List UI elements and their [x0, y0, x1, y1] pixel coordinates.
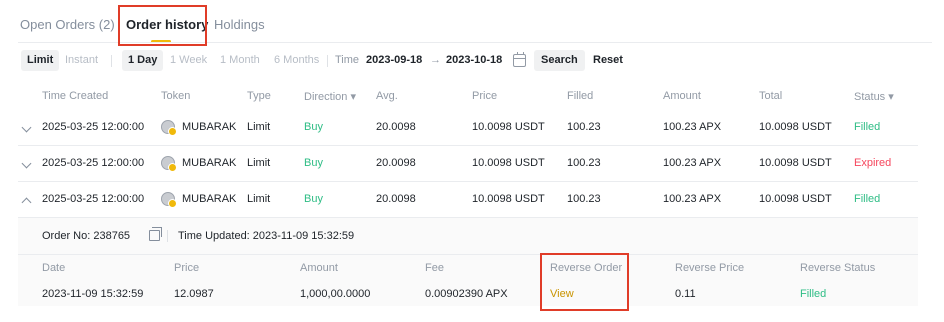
col-price: Price: [472, 90, 498, 102]
time-label: Time: [335, 54, 360, 66]
cell-price: 10.0098 USDT: [472, 193, 545, 205]
cell-status: Filled: [854, 193, 881, 205]
filter-separator: [111, 55, 112, 67]
filter-instant-button[interactable]: Instant: [65, 50, 98, 71]
tab-holdings[interactable]: Holdings: [214, 17, 265, 32]
start-date-field[interactable]: 2023-09-18: [366, 50, 422, 71]
detail-col-amount: Amount: [300, 262, 338, 274]
period-6-months-button[interactable]: 6 Months: [274, 50, 319, 71]
cell-total: 10.0098 USDT: [759, 157, 832, 169]
col-direction-filter[interactable]: Direction ▾: [304, 90, 356, 103]
period-1-month-button[interactable]: 1 Month: [220, 50, 260, 71]
cell-token: MUBARAK: [182, 193, 237, 205]
order-number: Order No: 238765: [42, 230, 131, 242]
cell-direction: Buy: [304, 193, 323, 205]
cell-direction: Buy: [304, 157, 323, 169]
expand-chevron-icon[interactable]: [21, 122, 32, 133]
cell-total: 10.0098 USDT: [759, 193, 832, 205]
date-range-arrow: →: [430, 54, 441, 66]
period-1-week-button[interactable]: 1 Week: [170, 50, 207, 71]
token-icon: [161, 120, 177, 136]
detail-amount: 1,000,00.0000: [300, 288, 371, 300]
col-token: Token: [161, 90, 191, 102]
copy-icon[interactable]: [149, 227, 162, 241]
col-total: Total: [759, 90, 783, 102]
detail-date: 2023-11-09 15:32:59: [42, 288, 144, 300]
col-amount: Amount: [663, 90, 701, 102]
detail-divider: [18, 254, 918, 255]
expand-chevron-icon[interactable]: [21, 158, 32, 169]
orders-table-header: Time Created Token Type Direction ▾ Avg.…: [0, 84, 944, 108]
cell-time: 2025-03-25 12:00:00: [42, 157, 145, 169]
token-icon: [161, 156, 177, 172]
detail-price: 12.0987: [174, 288, 214, 300]
reset-button[interactable]: Reset: [593, 50, 623, 71]
cell-price: 10.0098 USDT: [472, 157, 545, 169]
cell-amount: 100.23 APX: [663, 157, 722, 169]
cell-filled: 100.23: [567, 193, 601, 205]
cell-filled: 100.23: [567, 157, 601, 169]
detail-col-reverse-status: Reverse Status: [800, 262, 876, 274]
cell-type: Limit: [247, 157, 271, 169]
table-row-expanded[interactable]: 2025-03-25 12:00:00 MUBARAK Limit Buy 20…: [18, 182, 918, 218]
cell-type: Limit: [247, 193, 271, 205]
cell-token: MUBARAK: [182, 121, 237, 133]
cell-token: MUBARAK: [182, 157, 237, 169]
cell-amount: 100.23 APX: [663, 193, 722, 205]
cell-status: Filled: [854, 121, 881, 133]
cell-price: 10.0098 USDT: [472, 121, 545, 133]
tab-open-orders[interactable]: Open Orders (2): [20, 17, 115, 32]
col-time-created: Time Created: [42, 90, 109, 102]
cell-status: Expired: [854, 157, 892, 169]
highlight-box-order-history: [118, 5, 207, 46]
cell-direction: Buy: [304, 121, 323, 133]
filter-limit-button[interactable]: Limit: [21, 50, 60, 71]
cell-time: 2025-03-25 12:00:00: [42, 121, 145, 133]
col-avg: Avg.: [376, 90, 398, 102]
detail-fee: 0.00902390 APX: [425, 288, 508, 300]
detail-col-fee: Fee: [425, 262, 444, 274]
highlight-box-reverse-order: [540, 253, 629, 311]
detail-reverse-price: 0.11: [675, 288, 696, 300]
cell-total: 10.0098 USDT: [759, 121, 832, 133]
col-filled: Filled: [567, 90, 594, 102]
filter-bar: Limit Instant 1 Day 1 Week 1 Month 6 Mon…: [0, 50, 944, 72]
col-type: Type: [247, 90, 271, 102]
end-date-field[interactable]: 2023-10-18: [446, 50, 502, 71]
collapse-chevron-icon[interactable]: [21, 197, 32, 208]
detail-reverse-status: Filled: [800, 288, 827, 300]
filter-separator: [327, 55, 328, 67]
col-status-filter[interactable]: Status ▾: [854, 90, 894, 103]
cell-time: 2025-03-25 12:00:00: [42, 193, 145, 205]
cell-avg: 20.0098: [376, 157, 416, 169]
detail-col-date: Date: [42, 262, 66, 274]
detail-separator: [167, 230, 168, 242]
time-updated: Time Updated: 2023-11-09 15:32:59: [178, 230, 355, 242]
order-detail-panel: Order No: 238765 Time Updated: 2023-11-0…: [18, 218, 918, 306]
cell-avg: 20.0098: [376, 193, 416, 205]
period-1-day-button[interactable]: 1 Day: [122, 50, 164, 71]
cell-amount: 100.23 APX: [663, 121, 722, 133]
detail-col-reverse-price: Reverse Price: [675, 262, 745, 274]
token-icon: [161, 192, 177, 208]
cell-type: Limit: [247, 121, 271, 133]
table-row[interactable]: 2025-03-25 12:00:00 MUBARAK Limit Buy 20…: [18, 146, 918, 182]
cell-filled: 100.23: [567, 121, 601, 133]
table-row[interactable]: 2025-03-25 12:00:00 MUBARAK Limit Buy 20…: [18, 110, 918, 146]
cell-avg: 20.0098: [376, 121, 416, 133]
detail-col-price: Price: [174, 262, 200, 274]
search-button[interactable]: Search: [534, 50, 585, 71]
calendar-icon[interactable]: [513, 52, 526, 67]
